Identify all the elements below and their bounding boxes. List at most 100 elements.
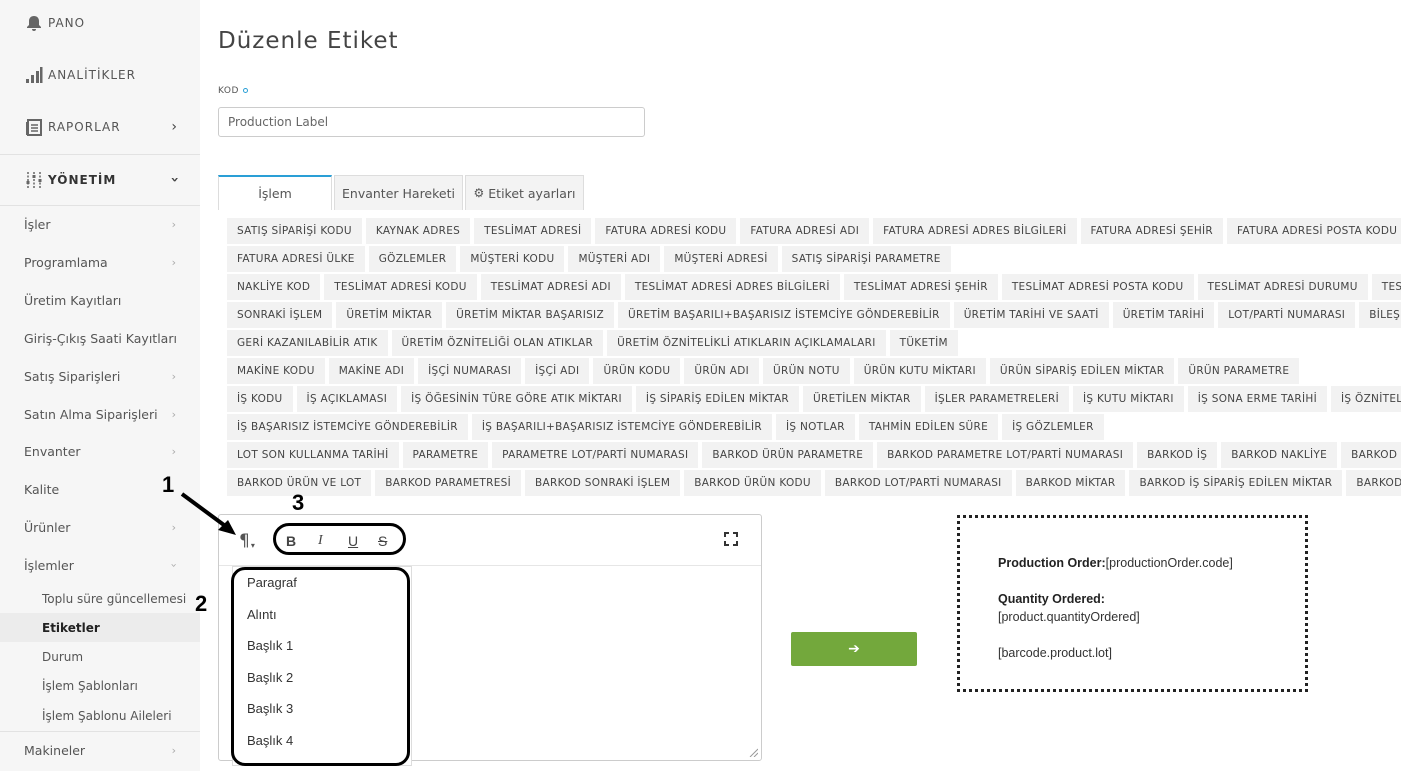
placeholder-chip[interactable]: LOT SON KULLANMA TARİHİ bbox=[227, 442, 399, 468]
sidebar-item-satin-alma[interactable]: Satın Alma Siparişleri › bbox=[0, 395, 200, 433]
sidebar-item-envanter[interactable]: Envanter › bbox=[0, 432, 200, 470]
placeholder-chip[interactable]: FATURA ADRESİ KODU bbox=[595, 218, 737, 244]
generate-preview-button[interactable]: ➔ bbox=[791, 632, 917, 666]
resize-handle-icon[interactable] bbox=[748, 747, 758, 757]
sidebar-item-urunler[interactable]: Ürünler › bbox=[0, 508, 200, 546]
placeholder-chip[interactable]: ÜRETİM ÖZNİTELİKLİ ATIKLARIN AÇIKLAMALAR… bbox=[607, 330, 886, 356]
placeholder-chip[interactable]: ÜRÜN SİPARİŞ EDİLEN MİKTAR bbox=[989, 358, 1175, 384]
placeholder-chip[interactable]: BARKOD ÜRÜN PARAMETRE bbox=[702, 442, 874, 468]
placeholder-chip[interactable]: NAKLİYE KOD bbox=[227, 274, 321, 300]
placeholder-chip[interactable]: TESLİMAT ADRESİ ADI bbox=[480, 274, 621, 300]
placeholder-chip[interactable]: MÜŞTERİ KODU bbox=[460, 246, 565, 272]
paragraph-format-button[interactable]: ¶ ▾ bbox=[239, 515, 255, 566]
placeholder-chip[interactable]: BARKOD MİKTAR bbox=[1015, 470, 1126, 496]
placeholder-chip[interactable]: İŞ ÖĞESİNİN TÜRE GÖRE ATIK MİKTARI bbox=[401, 386, 632, 412]
placeholder-chip[interactable]: FATURA ADRESİ ADI bbox=[740, 218, 870, 244]
sidebar-subitem-etiketler[interactable]: Etiketler bbox=[0, 613, 200, 642]
placeholder-chip[interactable]: ÜRÜN NOTU bbox=[762, 358, 850, 384]
placeholder-chip[interactable]: KAYNAK ADRES bbox=[365, 218, 471, 244]
placeholder-chip[interactable]: BİLEŞEN bbox=[1359, 302, 1401, 328]
placeholder-chip[interactable]: BARKOD SONRAKİ İŞLEM bbox=[525, 470, 681, 496]
sidebar-item-programlama[interactable]: Programlama › bbox=[0, 243, 200, 281]
placeholder-chip[interactable]: SONRAKİ İŞLEM bbox=[227, 302, 333, 328]
placeholder-chip[interactable]: İŞ SONA ERME TARİHİ bbox=[1187, 386, 1327, 412]
placeholder-chip[interactable]: İŞÇİ NUMARASI bbox=[418, 358, 522, 384]
placeholder-chip[interactable]: İŞ BAŞARILI+BAŞARISIZ İSTEMCİYE GÖNDEREB… bbox=[471, 414, 772, 440]
placeholder-chip[interactable]: MAKİNE KODU bbox=[227, 358, 325, 384]
placeholder-chip[interactable]: ÜRETİLEN MİKTAR bbox=[803, 386, 921, 412]
sidebar-item-satis-siparisleri[interactable]: Satış Siparişleri › bbox=[0, 357, 200, 395]
tab-etiket-ayarlari[interactable]: ⚙ Etiket ayarları bbox=[465, 175, 584, 210]
placeholder-chip[interactable]: ÜRETİM MİKTAR bbox=[336, 302, 443, 328]
placeholder-chip[interactable]: İŞLER PARAMETRELERİ bbox=[924, 386, 1070, 412]
sidebar-item-isler[interactable]: İşler › bbox=[0, 205, 200, 243]
placeholder-chip[interactable]: TESLİMAT ADRESİ bbox=[474, 218, 592, 244]
placeholder-chip[interactable]: BARKOD İŞ bbox=[1137, 442, 1218, 468]
sidebar-subitem-islem-sablonlari[interactable]: İşlem Şablonları bbox=[0, 671, 200, 700]
placeholder-chip[interactable]: BARKOD ÜRÜN SİPARİ bbox=[1346, 470, 1401, 496]
placeholder-chip[interactable]: LOT/PARTİ NUMARASI bbox=[1218, 302, 1356, 328]
nav-raporlar[interactable]: RAPORLAR › bbox=[0, 104, 200, 150]
placeholder-chip[interactable]: İŞ SİPARİŞ EDİLEN MİKTAR bbox=[635, 386, 800, 412]
kod-input[interactable] bbox=[218, 107, 645, 137]
nav-pano[interactable]: PANO bbox=[0, 0, 200, 46]
placeholder-chip[interactable]: İŞ NOTLAR bbox=[775, 414, 855, 440]
placeholder-chip[interactable]: MAKİNE ADI bbox=[328, 358, 415, 384]
placeholder-chip[interactable]: FATURA ADRESİ ŞEHİR bbox=[1080, 218, 1224, 244]
placeholder-chip[interactable]: FATURA ADRESİ POSTA KODU bbox=[1227, 218, 1401, 244]
placeholder-chip[interactable]: PARAMETRE LOT/PARTİ NUMARASI bbox=[492, 442, 699, 468]
placeholder-chip[interactable]: GÖZLEMLER bbox=[368, 246, 457, 272]
placeholder-chip[interactable]: ÜRETİM MİKTAR BAŞARISIZ bbox=[446, 302, 614, 328]
sidebar-item-islemler[interactable]: İşlemler › bbox=[0, 546, 200, 584]
placeholder-chip[interactable]: BARKOD LOT/PARTİ NUMARASI bbox=[824, 470, 1012, 496]
placeholder-chip[interactable]: TÜKETİM bbox=[889, 330, 958, 356]
nav-analitikler[interactable]: ANALİTİKLER bbox=[0, 52, 200, 98]
placeholder-chip[interactable]: BARKOD ÜRÜN KODU bbox=[684, 470, 821, 496]
placeholder-chip[interactable]: BARKOD PARAMETRESİ bbox=[375, 470, 522, 496]
tab-envanter-hareketi[interactable]: Envanter Hareketi bbox=[334, 175, 463, 210]
placeholder-chip[interactable]: FATURA ADRESİ ÜLKE bbox=[227, 246, 365, 272]
placeholder-chip[interactable]: ÜRÜN PARAMETRE bbox=[1178, 358, 1300, 384]
placeholder-chip[interactable]: ÜRETİM TARİHİ VE SAATİ bbox=[953, 302, 1109, 328]
placeholder-chip[interactable]: MÜŞTERİ ADI bbox=[568, 246, 661, 272]
placeholder-chip[interactable]: ÜRETİM TARİHİ bbox=[1112, 302, 1215, 328]
placeholder-chip[interactable]: İŞ KODU bbox=[227, 386, 293, 412]
sidebar-subitem-toplu-sure[interactable]: Toplu süre güncellemesi bbox=[0, 584, 200, 613]
placeholder-chip[interactable]: ÜRÜN KODU bbox=[593, 358, 681, 384]
placeholder-chip[interactable]: İŞ AÇIKLAMASI bbox=[296, 386, 398, 412]
placeholder-chip[interactable]: TESLİMAT ADRESİ POSTA KODU bbox=[1001, 274, 1194, 300]
sidebar-item-uretim-kayitlari[interactable]: Üretim Kayıtları bbox=[0, 281, 200, 319]
placeholder-chip[interactable]: PARAMETRE bbox=[402, 442, 489, 468]
placeholder-chip[interactable]: ÜRETİM ÖZNİTELİĞİ OLAN ATIKLAR bbox=[391, 330, 604, 356]
placeholder-chip[interactable]: SATIŞ SİPARİŞİ PARAMETRE bbox=[781, 246, 951, 272]
sidebar-item-giris-cikis[interactable]: Giriş-Çıkış Saati Kayıtları bbox=[0, 319, 200, 357]
placeholder-chip[interactable]: TESLİMAT ADRESİ DURUMU bbox=[1197, 274, 1368, 300]
placeholder-chip[interactable]: BARKOD PARAMETRE LOT/PARTİ NUMARASI bbox=[877, 442, 1134, 468]
placeholder-chip[interactable]: İŞ BAŞARISIZ İSTEMCİYE GÖNDEREBİLİR bbox=[227, 414, 468, 440]
placeholder-chip[interactable]: TESLİMAT ADRES bbox=[1371, 274, 1401, 300]
sidebar-subitem-islem-sablonu-aileleri[interactable]: İşlem Şablonu Aileleri bbox=[0, 701, 200, 730]
placeholder-chip[interactable]: İŞÇİ ADI bbox=[525, 358, 590, 384]
sidebar-item-makineler[interactable]: Makineler › bbox=[0, 731, 200, 769]
placeholder-chip[interactable]: TESLİMAT ADRESİ ADRES BİLGİLERİ bbox=[624, 274, 840, 300]
placeholder-chip[interactable]: GERİ KAZANILABİLİR ATIK bbox=[227, 330, 388, 356]
placeholder-chip[interactable]: FATURA ADRESİ ADRES BİLGİLERİ bbox=[873, 218, 1077, 244]
placeholder-chip[interactable]: İŞ ÖZNİTELİĞİ OLAN bbox=[1331, 386, 1401, 412]
sidebar-subitem-durum[interactable]: Durum bbox=[0, 642, 200, 671]
placeholder-chip[interactable]: İŞ KUTU MİKTARI bbox=[1073, 386, 1184, 412]
placeholder-chip[interactable]: ÜRÜN ADI bbox=[684, 358, 759, 384]
placeholder-chip[interactable]: TESLİMAT ADRESİ ŞEHİR bbox=[843, 274, 998, 300]
placeholder-chip[interactable]: TAHMİN EDİLEN SÜRE bbox=[858, 414, 999, 440]
placeholder-chip[interactable]: SATIŞ SİPARİŞİ KODU bbox=[227, 218, 362, 244]
tab-islem[interactable]: İşlem bbox=[218, 175, 332, 210]
fullscreen-button[interactable] bbox=[724, 515, 738, 566]
placeholder-chip[interactable]: MÜŞTERİ ADRESİ bbox=[664, 246, 778, 272]
placeholder-chip[interactable]: BARKOD İŞ SİPARİŞ EDİLEN MİKTAR bbox=[1129, 470, 1343, 496]
placeholder-chip[interactable]: TESLİMAT ADRESİ KODU bbox=[324, 274, 477, 300]
placeholder-chip[interactable]: BARKOD İŞ/ÜRÜN bbox=[1341, 442, 1401, 468]
nav-yonetim[interactable]: YÖNETİM › bbox=[0, 157, 200, 203]
placeholder-chip[interactable]: ÜRÜN KUTU MİKTARI bbox=[853, 358, 986, 384]
placeholder-chip[interactable]: İŞ GÖZLEMLER bbox=[1002, 414, 1104, 440]
placeholder-chip[interactable]: BARKOD NAKLİYE bbox=[1221, 442, 1338, 468]
placeholder-chip[interactable]: ÜRETİM BAŞARILI+BAŞARISIZ İSTEMCİYE GÖND… bbox=[617, 302, 950, 328]
